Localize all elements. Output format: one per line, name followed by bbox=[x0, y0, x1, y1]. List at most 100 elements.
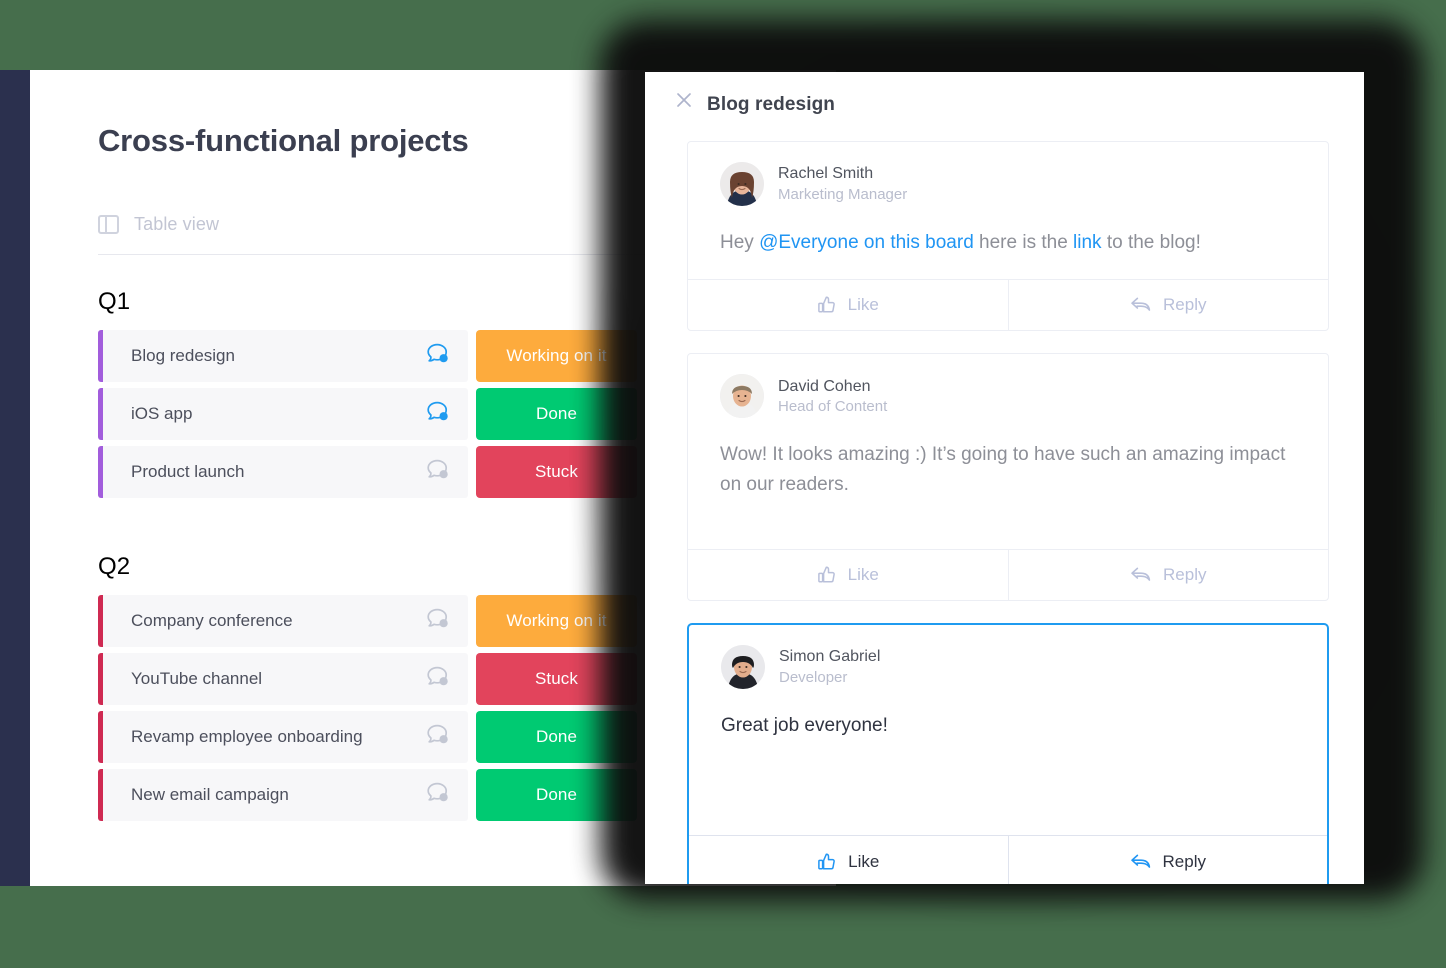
row-chat-button[interactable] bbox=[424, 342, 454, 371]
reply-button-label: Reply bbox=[1163, 565, 1207, 585]
comment-author-name: Simon Gabriel bbox=[779, 648, 881, 666]
comment-author-role: Marketing Manager bbox=[778, 185, 908, 203]
comment-author-role: Developer bbox=[779, 668, 848, 686]
avatar bbox=[720, 374, 764, 419]
table-row[interactable]: Revamp employee onboarding Done bbox=[98, 711, 637, 763]
table-row[interactable]: Product launch Stuck bbox=[98, 446, 637, 498]
comment-text-fragment: to the blog! bbox=[1101, 232, 1201, 253]
comment-actions: Like Reply bbox=[688, 279, 1329, 331]
left-navigation-rail bbox=[0, 70, 30, 886]
avatar-rachel-smith bbox=[720, 162, 764, 206]
table-icon bbox=[98, 215, 119, 234]
thumbs-up-icon bbox=[817, 566, 835, 583]
like-button[interactable]: Like bbox=[688, 550, 1008, 600]
row-name-cell[interactable]: YouTube channel bbox=[103, 653, 468, 705]
comment-author-name: Rachel Smith bbox=[778, 165, 874, 183]
modal-title: Blog redesign bbox=[707, 94, 835, 115]
like-button-label: Like bbox=[848, 851, 880, 871]
thumbs-up-icon bbox=[817, 296, 835, 313]
page-title: Cross-functional projects bbox=[98, 123, 469, 158]
row-name-label: Company conference bbox=[131, 611, 293, 630]
thumbs-up-icon bbox=[818, 853, 836, 870]
row-chat-button[interactable] bbox=[424, 458, 454, 487]
row-name-label: Product launch bbox=[131, 462, 245, 481]
comment-card[interactable]: Simon Gabriel Developer Great job everyone… bbox=[687, 623, 1329, 884]
table-row[interactable]: YouTube channel Stuck bbox=[98, 653, 637, 705]
comment-body: Great job everyone! bbox=[689, 689, 1327, 812]
row-name-cell[interactable]: Blog redesign bbox=[103, 330, 468, 382]
comment-text-fragment: here is the bbox=[973, 232, 1074, 253]
row-name-label: Revamp employee onboarding bbox=[131, 727, 363, 746]
comment-author-role: Head of Content bbox=[778, 398, 888, 416]
chat-bubble-icon bbox=[427, 666, 448, 685]
close-icon[interactable] bbox=[671, 87, 697, 113]
chat-bubble-icon bbox=[427, 343, 448, 362]
reply-button-label: Reply bbox=[1162, 851, 1206, 871]
row-chat-button[interactable] bbox=[424, 400, 454, 429]
chat-bubble-icon bbox=[427, 608, 448, 627]
table-row[interactable]: iOS app Done bbox=[98, 388, 637, 440]
row-chat-button[interactable] bbox=[424, 723, 454, 752]
comment-author-meta: Simon Gabriel Developer bbox=[779, 646, 880, 688]
chat-bubble-icon bbox=[427, 782, 448, 801]
status-badge-label: Stuck bbox=[534, 669, 579, 688]
row-name-cell[interactable]: Revamp employee onboarding bbox=[103, 711, 468, 763]
group-title-q1: Q1 bbox=[98, 288, 131, 315]
avatar bbox=[721, 645, 765, 690]
table-row[interactable]: Company conference Working on it bbox=[98, 595, 637, 647]
comment-author-meta: David Cohen Head of Content bbox=[778, 376, 887, 418]
reply-arrow-icon bbox=[1130, 854, 1150, 868]
like-button[interactable]: Like bbox=[689, 836, 1008, 884]
comment-text-fragment: Wow! It looks amazing :) It’s going to h… bbox=[720, 444, 1286, 495]
comment-author-name: David Cohen bbox=[778, 377, 871, 395]
avatar bbox=[720, 162, 764, 206]
avatar-david-cohen bbox=[720, 374, 764, 419]
comment-text-fragment: Great job everyone! bbox=[721, 715, 888, 737]
row-name-cell[interactable]: iOS app bbox=[103, 388, 468, 440]
table-row[interactable]: New email campaign Done bbox=[98, 769, 637, 821]
row-chat-button[interactable] bbox=[424, 781, 454, 810]
comment-card[interactable]: Rachel Smith Marketing Manager Hey @Everyo… bbox=[687, 141, 1329, 332]
reply-arrow-icon bbox=[1131, 567, 1151, 582]
chat-bubble-icon bbox=[427, 401, 448, 420]
like-button[interactable]: Like bbox=[688, 280, 1008, 330]
tab-table-view-label: Table view bbox=[134, 214, 220, 234]
group-q2-rows: Company conference Working on it YouTube c… bbox=[98, 595, 637, 821]
tab-table-view[interactable]: Table view bbox=[98, 214, 219, 235]
group-q1: Q1 Blog redesign Working on it iOS app Done… bbox=[98, 288, 637, 504]
row-name-cell[interactable]: New email campaign bbox=[103, 769, 468, 821]
row-name-label: Blog redesign bbox=[131, 346, 235, 365]
row-chat-button[interactable] bbox=[424, 665, 454, 694]
table-row[interactable]: Blog redesign Working on it bbox=[98, 330, 637, 382]
row-name-label: iOS app bbox=[131, 404, 193, 423]
mention-token[interactable]: @Everyone on this board bbox=[759, 232, 974, 253]
group-q2: Q2 Company conference Working on it YouTub… bbox=[98, 553, 637, 827]
comment-body: Hey @Everyone on this board here is the … bbox=[688, 206, 1328, 257]
link-token[interactable]: link bbox=[1073, 232, 1102, 253]
comment-card[interactable]: David Cohen Head of Content Wow! It looks … bbox=[687, 353, 1329, 602]
avatar-simon-gabriel bbox=[721, 645, 765, 690]
comment-text-fragment: Hey bbox=[720, 232, 760, 253]
status-badge-label: Done bbox=[535, 404, 578, 423]
reply-arrow-icon bbox=[1131, 298, 1151, 312]
like-button-label: Like bbox=[847, 565, 879, 585]
reply-button-label: Reply bbox=[1163, 295, 1207, 315]
group-q1-rows: Blog redesign Working on it iOS app Done Pro… bbox=[98, 330, 637, 498]
status-badge-label: Done bbox=[535, 727, 578, 746]
comment-author-meta: Rachel Smith Marketing Manager bbox=[778, 163, 907, 205]
group-title-q2: Q2 bbox=[98, 553, 131, 580]
row-name-cell[interactable]: Product launch bbox=[103, 446, 468, 498]
row-name-cell[interactable]: Company conference bbox=[103, 595, 468, 647]
comments-modal: Blog redesign Rachel Smith Marketing Mana… bbox=[645, 72, 1364, 884]
comment-actions: Like Reply bbox=[689, 834, 1328, 884]
reply-button[interactable]: Reply bbox=[1007, 550, 1329, 601]
comment-body: Wow! It looks amazing :) It’s going to h… bbox=[688, 418, 1328, 527]
reply-button[interactable]: Reply bbox=[1007, 280, 1329, 331]
comment-actions: Like Reply bbox=[688, 549, 1329, 601]
comment-author-block: Rachel Smith Marketing Manager bbox=[688, 142, 1328, 206]
row-name-label: New email campaign bbox=[131, 785, 289, 804]
row-chat-button[interactable] bbox=[424, 607, 454, 636]
status-badge-label: Done bbox=[535, 785, 578, 804]
reply-button[interactable]: Reply bbox=[1007, 835, 1328, 884]
chat-bubble-icon bbox=[427, 459, 448, 478]
